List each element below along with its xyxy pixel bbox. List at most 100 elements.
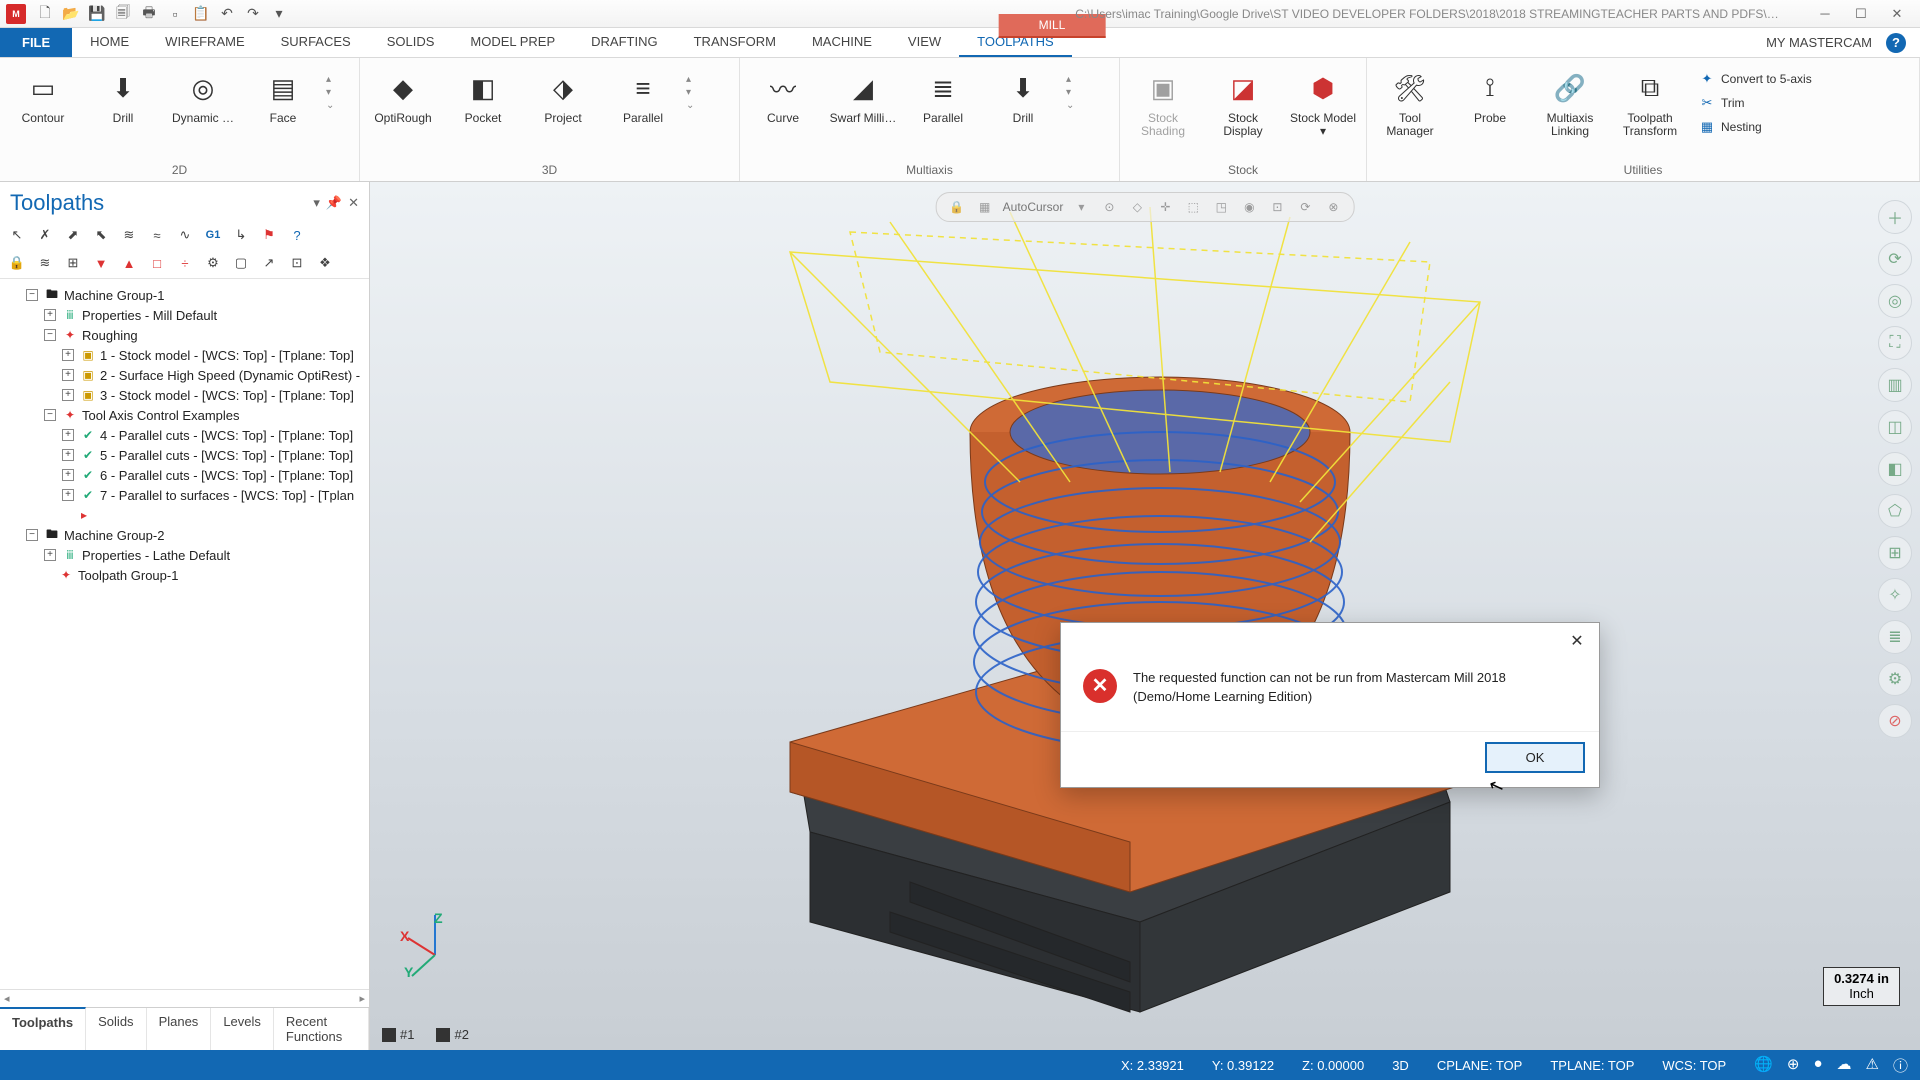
rail-target-icon[interactable]: ◎ bbox=[1878, 284, 1912, 318]
tab-drafting[interactable]: DRAFTING bbox=[573, 28, 675, 57]
tree-node[interactable]: 3 - Stock model - [WCS: Top] - [Tplane: … bbox=[100, 388, 354, 403]
tb-stop-icon[interactable]: □ bbox=[146, 252, 168, 274]
vp-snap4-icon[interactable]: ⬚ bbox=[1183, 197, 1203, 217]
status-cloud-icon[interactable]: ☁ bbox=[1837, 1055, 1852, 1076]
expander-icon[interactable]: + bbox=[62, 469, 74, 481]
btn-drill-2d[interactable]: ⬇Drill bbox=[86, 62, 160, 131]
vp-grid-icon[interactable]: ▦ bbox=[975, 197, 995, 217]
btab-levels[interactable]: Levels bbox=[211, 1008, 274, 1050]
operations-tree[interactable]: −🖿Machine Group-1 +ⅲProperties - Mill De… bbox=[0, 279, 369, 989]
ok-button[interactable]: OK bbox=[1485, 742, 1585, 773]
tb-div-icon[interactable]: ÷ bbox=[174, 252, 196, 274]
qat-undo-icon[interactable]: ↶ bbox=[216, 3, 238, 25]
vp-snap8-icon[interactable]: ⟳ bbox=[1295, 197, 1315, 217]
tree-node[interactable]: Machine Group-2 bbox=[64, 528, 164, 543]
qat-redo-icon[interactable]: ↷ bbox=[242, 3, 264, 25]
my-mastercam-link[interactable]: MY MASTERCAM bbox=[1766, 35, 1872, 50]
vp-snap3-icon[interactable]: ✛ bbox=[1155, 197, 1175, 217]
tb-wave1-icon[interactable]: ≋ bbox=[118, 224, 140, 246]
qat-save-icon[interactable]: 💾 bbox=[86, 3, 108, 25]
rail-rotate-icon[interactable]: ⟳ bbox=[1878, 242, 1912, 276]
tree-node[interactable]: Roughing bbox=[82, 328, 138, 343]
rail-view2-icon[interactable]: ◫ bbox=[1878, 410, 1912, 444]
expander-icon[interactable]: − bbox=[26, 529, 38, 541]
tree-node[interactable]: Properties - Lathe Default bbox=[82, 548, 230, 563]
rail-layers-icon[interactable]: ≣ bbox=[1878, 620, 1912, 654]
tree-node[interactable]: 4 - Parallel cuts - [WCS: Top] - [Tplane… bbox=[100, 428, 353, 443]
btn-pocket[interactable]: ◧Pocket bbox=[446, 62, 520, 131]
tree-node[interactable]: Machine Group-1 bbox=[64, 288, 164, 303]
status-info-icon[interactable]: ⓘ bbox=[1893, 1055, 1908, 1076]
tb-axis-icon[interactable]: ↳ bbox=[230, 224, 252, 246]
qat-paste-icon[interactable]: 📋 bbox=[190, 3, 212, 25]
gallery-2d-more[interactable]: ▴▾⌄ bbox=[326, 62, 342, 111]
tab-surfaces[interactable]: SURFACES bbox=[263, 28, 369, 57]
tree-node[interactable]: 6 - Parallel cuts - [WCS: Top] - [Tplane… bbox=[100, 468, 353, 483]
btab-recent[interactable]: Recent Functions bbox=[274, 1008, 369, 1050]
minimize-icon[interactable]: ─ bbox=[1808, 3, 1842, 25]
btn-project[interactable]: ⬗Project bbox=[526, 62, 600, 131]
qat-blank-icon[interactable]: ▫ bbox=[164, 3, 186, 25]
tab-home[interactable]: HOME bbox=[72, 28, 147, 57]
panel-pin-icon[interactable]: 📌 bbox=[326, 195, 342, 211]
file-tab[interactable]: FILE bbox=[0, 28, 72, 57]
btn-nesting[interactable]: ▦Nesting bbox=[1693, 116, 1818, 138]
status-sphere-icon[interactable]: ● bbox=[1813, 1055, 1822, 1076]
dialog-close-icon[interactable]: ✕ bbox=[1563, 628, 1591, 654]
tab-model-prep[interactable]: MODEL PREP bbox=[452, 28, 573, 57]
qat-new-icon[interactable]: 🗋 bbox=[34, 3, 56, 25]
tree-node[interactable]: Properties - Mill Default bbox=[82, 308, 217, 323]
tab-solids[interactable]: SOLIDS bbox=[369, 28, 453, 57]
btn-stock-model[interactable]: ⬢Stock Model ▾ bbox=[1286, 62, 1360, 144]
maximize-icon[interactable]: ☐ bbox=[1844, 3, 1878, 25]
tb-box-icon[interactable]: ▢ bbox=[230, 252, 252, 274]
btab-toolpaths[interactable]: Toolpaths bbox=[0, 1007, 86, 1050]
btn-optirough[interactable]: ◆OptiRough bbox=[366, 62, 440, 131]
btn-mx-linking[interactable]: 🔗Multiaxis Linking bbox=[1533, 62, 1607, 144]
tree-node[interactable]: 1 - Stock model - [WCS: Top] - [Tplane: … bbox=[100, 348, 354, 363]
status-warn-icon[interactable]: ⚠ bbox=[1866, 1055, 1879, 1076]
tb-x-icon[interactable]: ✗ bbox=[34, 224, 56, 246]
btn-swarf[interactable]: ◢Swarf Milli… bbox=[826, 62, 900, 131]
expander-icon[interactable]: − bbox=[44, 409, 56, 421]
viewport-tab-1[interactable]: #1 bbox=[376, 1025, 420, 1044]
expander-icon[interactable]: + bbox=[62, 349, 74, 361]
qat-open-icon[interactable]: 📂 bbox=[60, 3, 82, 25]
tree-node[interactable]: 5 - Parallel cuts - [WCS: Top] - [Tplane… bbox=[100, 448, 353, 463]
status-cplane[interactable]: CPLANE: TOP bbox=[1437, 1058, 1523, 1073]
btn-dynamic[interactable]: ◎Dynamic … bbox=[166, 62, 240, 131]
tab-view[interactable]: VIEW bbox=[890, 28, 959, 57]
btn-tp-transform[interactable]: ⧉Toolpath Transform bbox=[1613, 62, 1687, 144]
btn-parallel-3d[interactable]: ≡Parallel bbox=[606, 62, 680, 131]
vp-snap1-icon[interactable]: ⊙ bbox=[1099, 197, 1119, 217]
status-wire-icon[interactable]: ⊕ bbox=[1787, 1055, 1800, 1076]
gallery-mx-more[interactable]: ▴▾⌄ bbox=[1066, 62, 1082, 111]
panel-close-icon[interactable]: ✕ bbox=[348, 195, 359, 211]
rail-view1-icon[interactable]: ▥ bbox=[1878, 368, 1912, 402]
expander-icon[interactable]: + bbox=[62, 489, 74, 501]
vp-snap7-icon[interactable]: ⊡ bbox=[1267, 197, 1287, 217]
btn-tool-manager[interactable]: 🛠Tool Manager bbox=[1373, 62, 1447, 144]
rail-zoom-icon[interactable]: ＋ bbox=[1878, 200, 1912, 234]
vp-lock-icon[interactable]: 🔒 bbox=[947, 197, 967, 217]
tb-down-icon[interactable]: ▼ bbox=[90, 252, 112, 274]
panel-hscroll[interactable]: ◂▸ bbox=[0, 989, 369, 1007]
qat-saveas-icon[interactable]: 🗐 bbox=[112, 3, 134, 25]
tree-node[interactable]: 7 - Parallel to surfaces - [WCS: Top] - … bbox=[100, 488, 354, 503]
btn-convert-5axis[interactable]: ✦Convert to 5-axis bbox=[1693, 68, 1818, 90]
rail-gear-icon[interactable]: ⚙ bbox=[1878, 662, 1912, 696]
btn-face[interactable]: ▤Face bbox=[246, 62, 320, 131]
tb-help-icon[interactable]: ? bbox=[286, 224, 308, 246]
tb-wave2-icon[interactable]: ≈ bbox=[146, 224, 168, 246]
tb-misc2-icon[interactable]: ❖ bbox=[314, 252, 336, 274]
status-wcs[interactable]: WCS: TOP bbox=[1662, 1058, 1726, 1073]
tab-transform[interactable]: TRANSFORM bbox=[676, 28, 794, 57]
vp-snap5-icon[interactable]: ◳ bbox=[1211, 197, 1231, 217]
tb-wave3-icon[interactable]: ∿ bbox=[174, 224, 196, 246]
qat-print-icon[interactable]: 🖶 bbox=[138, 3, 160, 25]
btn-stock-display[interactable]: ◪Stock Display bbox=[1206, 62, 1280, 144]
graphics-viewport[interactable]: 🔒 ▦ AutoCursor ▾ ⊙ ◇ ✛ ⬚ ◳ ◉ ⊡ ⟳ ⊗ Z X Y bbox=[370, 182, 1920, 1050]
vp-snap2-icon[interactable]: ◇ bbox=[1127, 197, 1147, 217]
expander-icon[interactable]: + bbox=[44, 309, 56, 321]
tb-g1-icon[interactable]: G1 bbox=[202, 224, 224, 246]
